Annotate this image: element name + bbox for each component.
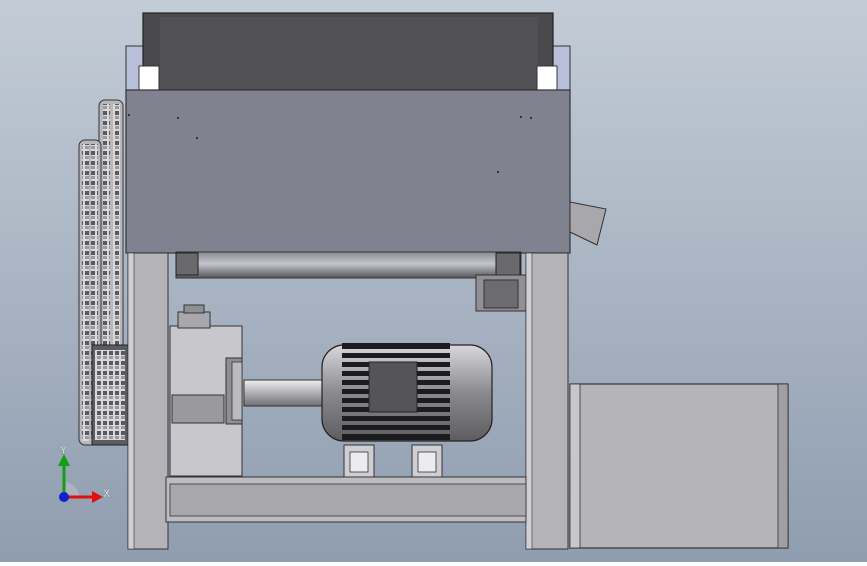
y-axis-label: Y [59,444,67,457]
x-axis-label: X [103,487,111,500]
hopper [125,12,571,93]
gearbox [169,304,243,477]
cad-drawing: Y X [0,0,867,562]
z-axis-dot [59,492,69,502]
cad-viewport[interactable]: Y X [0,0,867,562]
chain-drive [78,99,129,446]
motor-shaft [243,379,327,407]
crusher-housing [125,89,571,254]
side-enclosure [569,383,789,549]
